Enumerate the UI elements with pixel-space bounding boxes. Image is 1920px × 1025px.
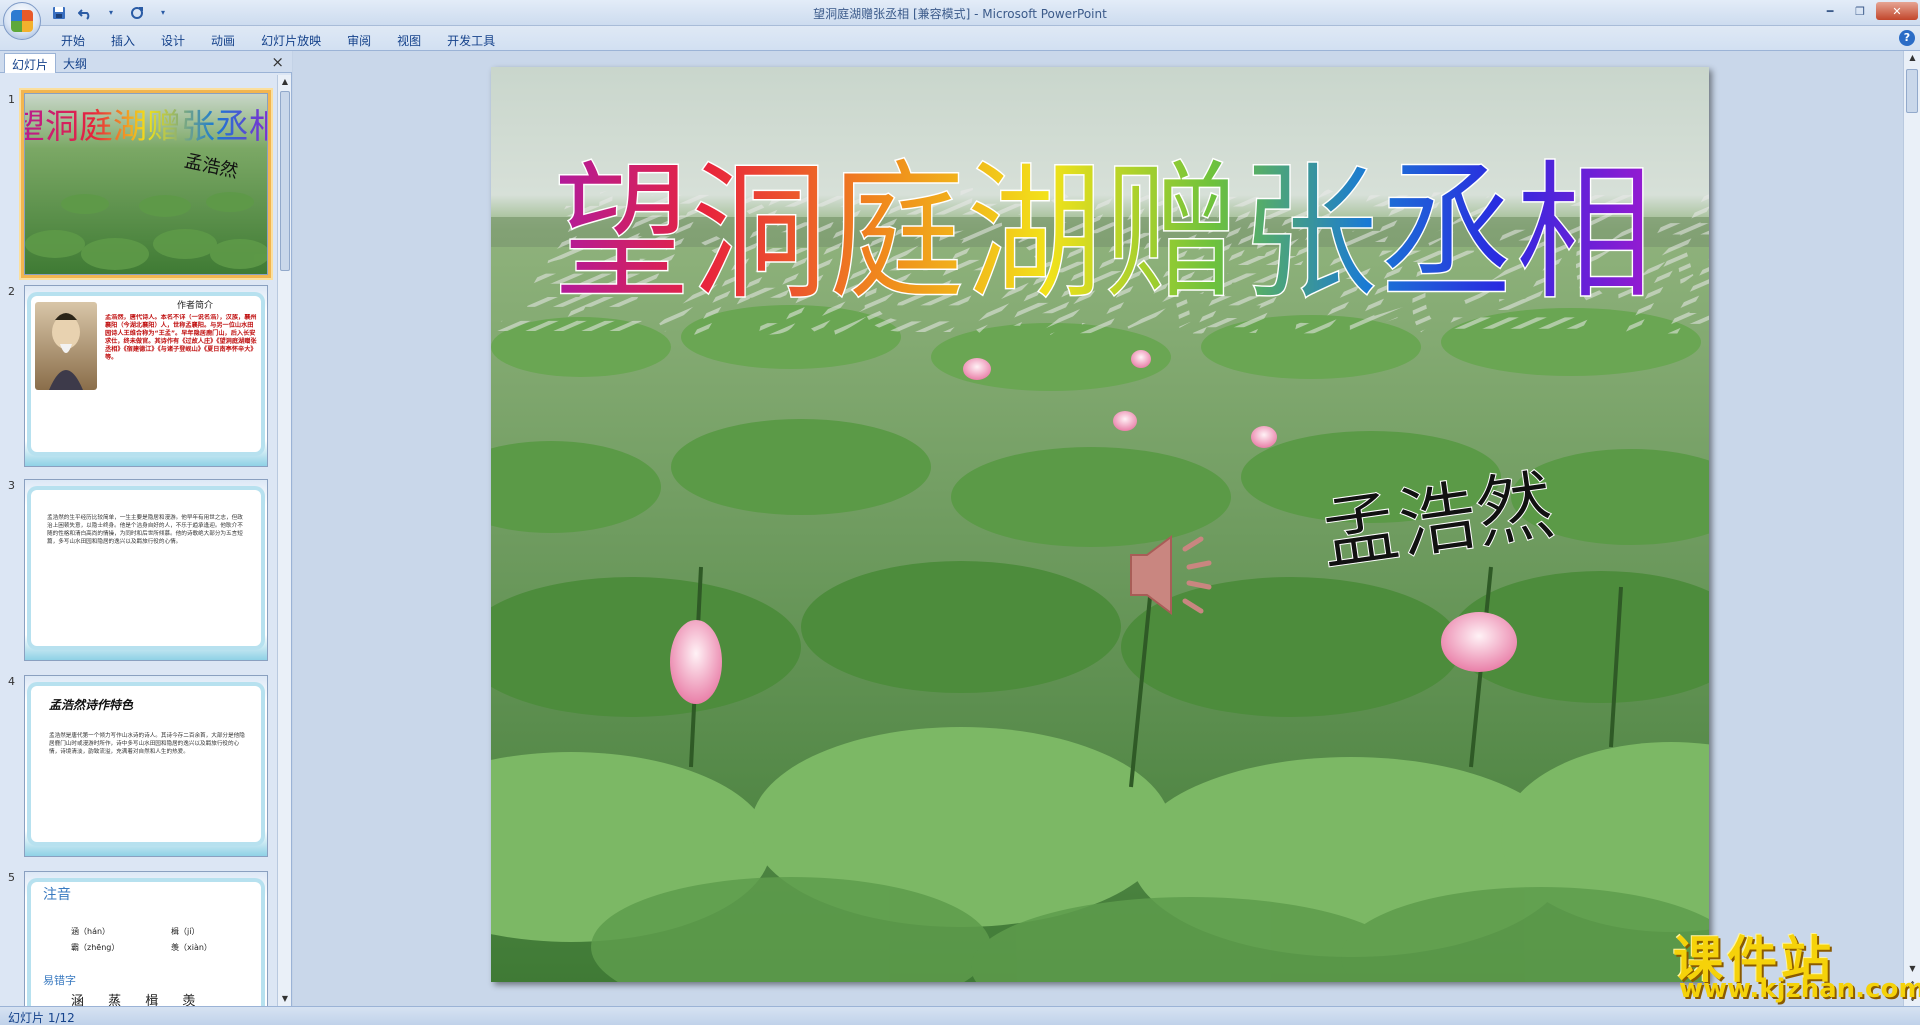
office-button[interactable]: [3, 2, 41, 40]
slide-counter: 幻灯片 1/12: [8, 1011, 75, 1025]
tab-slides[interactable]: 幻灯片: [4, 53, 57, 73]
tab-review[interactable]: 审阅: [334, 29, 384, 52]
window-controls: ━ ❐ ✕: [1816, 2, 1918, 20]
scroll-thumb[interactable]: [280, 91, 290, 271]
thumbnail-3-body: 孟浩然的生平经历比较简单，一生主要是隐居和漫游。他早年有用世之志，但政治上困顿失…: [47, 515, 243, 545]
scroll-down-icon[interactable]: ▼: [278, 992, 292, 1006]
thumbnail-2-heading: 作者简介: [176, 301, 213, 311]
thumbnail-5-pinyin: 羡（xiàn）: [171, 943, 212, 952]
thumbnail-4-body: 孟浩然是唐代第一个倾力写作山水诗的诗人。其诗今存二百余首，大部分是他隐居鹿门山时…: [49, 733, 245, 755]
tab-slide-show[interactable]: 幻灯片放映: [248, 29, 334, 52]
thumbnail-number: 4: [8, 675, 15, 688]
thumbnail-number: 3: [8, 479, 15, 492]
slide-editor: 望洞庭湖赠张丞相 望洞庭湖赠张丞相 孟浩然: [293, 51, 1903, 1006]
scroll-up-icon[interactable]: ▲: [278, 75, 292, 89]
watermark-logo: 课件站 www.kjzhan.com: [1665, 922, 1920, 1006]
tab-view[interactable]: 视图: [384, 29, 434, 52]
editor-scrollbar[interactable]: ▲ ▼ ⇞ ⇟: [1903, 51, 1920, 1006]
thumbnail-slide-4[interactable]: 孟浩然诗作特色 孟浩然是唐代第一个倾力写作山水诗的诗人。其诗今存二百余首，大部分…: [24, 675, 268, 857]
window-title: 望洞庭湖赠张丞相 [兼容模式] - Microsoft PowerPoint: [813, 7, 1107, 21]
thumbnail-number: 1: [8, 93, 15, 106]
help-icon[interactable]: ?: [1899, 30, 1915, 46]
tab-animations[interactable]: 动画: [198, 29, 248, 52]
portrait-image: [35, 302, 97, 390]
thumbnail-5-heading-2: 易错字: [43, 974, 76, 987]
tab-design[interactable]: 设计: [148, 29, 198, 52]
tab-developer[interactable]: 开发工具: [434, 29, 508, 52]
minimize-icon[interactable]: ━: [1816, 2, 1844, 20]
tab-outline[interactable]: 大纲: [56, 53, 94, 73]
close-panel-icon[interactable]: ×: [271, 53, 284, 71]
thumbnail-5-pinyin: 涵（hán）: [71, 927, 111, 936]
thumbnail-slide-5[interactable]: 注音 涵（hán） 楫（jí） 霸（zhēng） 羡（xiàn） 易错字 涵 蒸…: [24, 871, 268, 1006]
current-slide[interactable]: 望洞庭湖赠张丞相 望洞庭湖赠张丞相 孟浩然: [491, 67, 1709, 982]
thumbnail-number: 2: [8, 285, 15, 298]
thumbnail-list: 1 望洞庭湖赠张丞相 孟浩然 2: [0, 75, 278, 1006]
tab-insert[interactable]: 插入: [98, 29, 148, 52]
thumbnail-4-heading: 孟浩然诗作特色: [49, 698, 134, 712]
thumbnail-5-chars: 涵 蒸 楫 羡: [71, 994, 206, 1006]
panel-tabs: 幻灯片 大纲 ×: [0, 51, 292, 73]
thumbnail-1-title: 望洞庭湖赠张丞相: [25, 107, 268, 147]
thumbnail-5-pinyin: 霸（zhēng）: [71, 943, 120, 952]
thumbnail-slide-2[interactable]: 作者简介 孟浩然，唐代诗人。本名不详（一说名浩），汉族，襄州襄阳（今湖北襄阳）人…: [24, 285, 268, 467]
thumbnail-5-heading: 注音: [43, 887, 71, 903]
slides-panel: 幻灯片 大纲 × 1 望洞庭湖赠张丞相 孟浩然 2: [0, 51, 292, 1006]
slide-canvas: 望洞庭湖赠张丞相 望洞庭湖赠张丞相 孟浩然: [491, 67, 1709, 982]
close-icon[interactable]: ✕: [1876, 2, 1918, 20]
scroll-thumb[interactable]: [1906, 69, 1918, 113]
thumbnail-2-body: 孟浩然，唐代诗人。本名不详（一说名浩），汉族，襄州襄阳（今湖北襄阳）人，世称孟襄…: [105, 314, 257, 361]
thumbnail-5-pinyin: 楫（jí）: [171, 927, 200, 936]
thumbnail-slide-3[interactable]: 孟浩然的生平经历比较简单，一生主要是隐居和漫游。他早年有用世之志，但政治上困顿失…: [24, 479, 268, 661]
thumbnail-number: 5: [8, 871, 15, 884]
scroll-up-icon[interactable]: ▲: [1904, 51, 1920, 65]
thumbnail-1-image: 望洞庭湖赠张丞相 孟浩然: [25, 94, 268, 274]
status-bar: 幻灯片 1/12: [0, 1006, 1920, 1025]
ribbon: 开始 插入 设计 动画 幻灯片放映 审阅 视图 开发工具 ?: [0, 26, 1920, 51]
tab-home[interactable]: 开始: [48, 29, 98, 52]
thumbnail-slide-1[interactable]: 望洞庭湖赠张丞相 孟浩然: [21, 90, 271, 278]
title-bar: ▾ ▾ 望洞庭湖赠张丞相 [兼容模式] - Microsoft PowerPoi…: [0, 0, 1920, 26]
watermark-url: www.kjzhan.com: [1679, 974, 1920, 1004]
restore-icon[interactable]: ❐: [1846, 2, 1874, 20]
office-logo-icon: [11, 10, 33, 32]
thumbnail-scrollbar[interactable]: ▲ ▼: [277, 75, 291, 1006]
ribbon-tabs: 开始 插入 设计 动画 幻灯片放映 审阅 视图 开发工具: [48, 29, 508, 52]
slide-title[interactable]: 望洞庭湖赠张丞相: [552, 146, 1654, 322]
